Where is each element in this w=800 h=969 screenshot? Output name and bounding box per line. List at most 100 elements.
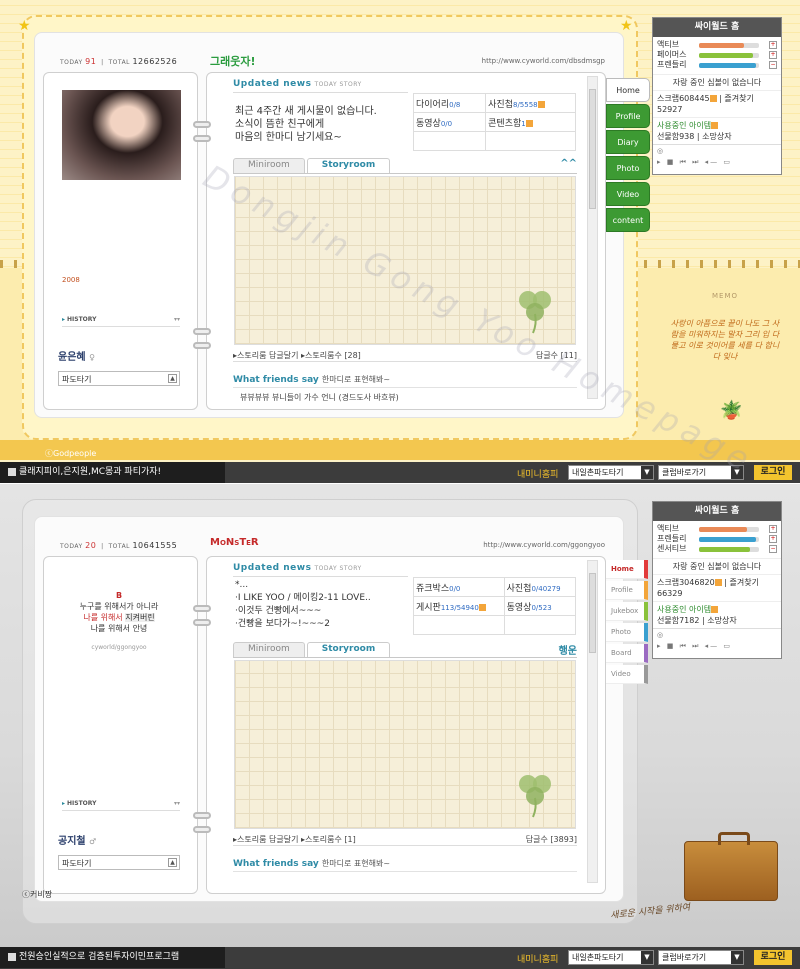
luck-label[interactable]: 행운 (559, 642, 577, 657)
panel-header[interactable]: 싸이월드 홈 (653, 18, 781, 37)
owner-name[interactable]: 윤은혜 ♀ (58, 348, 95, 363)
gift-link[interactable]: 선물함938 (657, 132, 694, 141)
login-button[interactable]: 로그인 (754, 465, 792, 480)
stat-video[interactable]: 동영상0/523 (503, 596, 577, 616)
side-menu: Home Profile Jukebox Photo Board Video (606, 560, 648, 686)
story-count-link[interactable]: ▸스토리룸수 [28] (301, 351, 361, 360)
tab-video[interactable]: Video (606, 665, 648, 684)
stat-jukebox[interactable]: 쥬크박스0/0 (413, 577, 505, 597)
pado-select[interactable]: 파도타기 ▲ (58, 371, 180, 386)
profile-photo[interactable] (62, 90, 181, 180)
hompy-title[interactable]: MoNsTeR (210, 537, 259, 548)
hompy-url[interactable]: http://www.cyworld.com/ggongyoo (483, 541, 605, 549)
story-count-link[interactable]: ▸스토리룸수 [1] (301, 835, 356, 844)
scrollbar[interactable] (587, 560, 598, 883)
stat-board[interactable]: 게시판113/54940 (413, 596, 505, 616)
stat-diary[interactable]: 다이어리0/8 (412, 93, 487, 113)
tab-miniroom[interactable]: Miniroom (233, 158, 305, 173)
tab-home[interactable]: Home (606, 560, 648, 579)
gift-link[interactable]: 선물함7182 (657, 616, 699, 625)
gender-icon: ♂ (89, 837, 97, 846)
cyworld-panel: 싸이월드 홈 액티브 + 페이머스 + 프렌들리 − 자랑 중인 심볼이 없습니다 스… (652, 17, 782, 175)
login-button[interactable]: 로그인 (754, 950, 792, 965)
history-toggle[interactable]: ▸ HISTORY ▾▾ (62, 800, 180, 811)
tab-miniroom[interactable]: Miniroom (233, 642, 305, 657)
items-link[interactable]: 사용중인 아이템 (657, 604, 777, 615)
divider (233, 173, 577, 174)
my-minihompy-link[interactable]: 내미니홈피 (517, 467, 558, 480)
chevron-down-icon: ▾▾ (173, 316, 180, 323)
tab-photo[interactable]: Photo (606, 623, 648, 642)
profile-line: 누구를 위해서가 아니라 (79, 602, 159, 611)
items-box: 사용중인 아이템 선물함7182 | 소망상자 (653, 601, 781, 628)
updated-news-heading: Updated news TODAY STORY (233, 79, 362, 89)
stat-bar: 센서티브 − (657, 544, 777, 553)
stat-photo[interactable]: 사진첩8/5558 (485, 93, 576, 113)
panel-header[interactable]: 싸이월드 홈 (653, 502, 781, 521)
tab-diary[interactable]: Diary (606, 130, 650, 154)
player-controls[interactable]: ▸ ■ ⏮ ⏭ ◂— ▭ (657, 158, 777, 167)
binder-ring (193, 826, 211, 833)
tab-home[interactable]: Home (606, 78, 650, 102)
status-bar: 전원승인실적으로 검증된투자이민프로그램 내미니홈피 내일촌파도타기 ▼ 클럽바로… (0, 947, 800, 969)
club-dropdown[interactable]: 클럽바로가기 ▼ (658, 950, 744, 965)
story-reply-link[interactable]: ▸스토리룸 답글달기 (233, 835, 298, 844)
player-controls[interactable]: ▸ ■ ⏮ ⏭ ◂— ▭ (657, 642, 777, 651)
stats-table: 다이어리0/8 사진첩8/5558 동영상0/0 콘텐츠함1 (412, 93, 576, 151)
tab-video[interactable]: Video (606, 182, 650, 206)
plus-icon[interactable]: + (769, 41, 777, 49)
story-reply-link[interactable]: ▸스토리룸 답글달기 (233, 351, 298, 360)
scroll-thumb[interactable] (589, 89, 596, 209)
banner-icon (8, 467, 16, 476)
owner-name[interactable]: 공지철 ♂ (58, 832, 96, 847)
scrap-link[interactable]: 스크랩608445 (657, 94, 710, 103)
news-item[interactable]: *... (235, 579, 371, 592)
hompy-url[interactable]: http://www.cyworld.com/dbsdmsgp (482, 57, 605, 65)
tab-profile[interactable]: Profile (606, 581, 648, 600)
wish-link[interactable]: 소망상자 (707, 616, 736, 625)
stat-bar: 액티브 + (657, 40, 777, 49)
plus-icon[interactable]: + (769, 535, 777, 543)
my-minihompy-link[interactable]: 내미니홈피 (517, 952, 558, 965)
music-icon: ◎ (657, 147, 664, 155)
history-toggle[interactable]: ▸ HISTORY ▾▾ (62, 316, 180, 327)
boast-text: 자랑 중인 심볼이 없습니다 (653, 74, 781, 90)
arrow-right-icon: ▸ (62, 316, 66, 323)
room-tabs: Miniroom Storyroom ^^ (233, 158, 577, 174)
scroll-thumb[interactable] (589, 573, 596, 653)
wish-link[interactable]: 소망상자 (702, 132, 731, 141)
stat-photo[interactable]: 사진첩0/40279 (503, 577, 577, 597)
news-item[interactable]: ·I LIKE YOO / 메이킹2-11 LOVE.. (235, 592, 371, 605)
banner-link[interactable]: 클래지피이,은지원,MC몽과 파티가자! (0, 462, 225, 483)
skin-credit: ⓒ커비짱 (22, 890, 53, 899)
pado-dropdown[interactable]: 내일촌파도타기 ▼ (568, 465, 654, 480)
items-link[interactable]: 사용중인 아이템 (657, 120, 777, 131)
guestbook-line: 뷰뷰뷰뷰 뷰니들이 가수 언니 (경드도사 바흐뷰) (240, 393, 399, 402)
scrollbar[interactable] (587, 76, 598, 399)
news-item[interactable]: ·이것두 건빵에서~~~ (235, 605, 371, 618)
pado-select[interactable]: 파도타기 ▲ (58, 855, 180, 870)
hompy-title[interactable]: 그래웃자! (210, 53, 256, 69)
minus-icon[interactable]: − (769, 545, 777, 553)
news-item[interactable]: ·건빵을 보다가~!~~~2 (235, 618, 371, 631)
stat-content[interactable]: 콘텐츠함1 (485, 112, 576, 132)
binder-ring (193, 328, 211, 335)
tab-profile[interactable]: Profile (606, 104, 650, 128)
plus-icon[interactable]: + (769, 525, 777, 533)
tab-storyroom[interactable]: Storyroom (306, 642, 391, 657)
plus-icon[interactable]: + (769, 51, 777, 59)
header-bar: TODAY 20 | TOTAL 10641555 MoNsTeR http:/… (60, 537, 605, 553)
collapse-icon[interactable]: ^^ (560, 158, 577, 169)
banner-link[interactable]: 전원승인실적으로 검증된투자이민프로그램 (0, 947, 225, 968)
tab-board[interactable]: Board (606, 644, 648, 663)
tab-photo[interactable]: Photo (606, 156, 650, 180)
tab-jukebox[interactable]: Jukebox (606, 602, 648, 621)
scrap-link[interactable]: 스크랩3046820 (657, 578, 715, 587)
tab-storyroom[interactable]: Storyroom (306, 158, 391, 173)
tab-content[interactable]: content (606, 208, 650, 232)
profile-line: cyworld/ggongyoo (91, 644, 147, 651)
stat-video[interactable]: 동영상0/0 (412, 112, 487, 132)
new-icon (478, 603, 486, 611)
pado-dropdown[interactable]: 내일촌파도타기 ▼ (568, 950, 654, 965)
minus-icon[interactable]: − (769, 61, 777, 69)
